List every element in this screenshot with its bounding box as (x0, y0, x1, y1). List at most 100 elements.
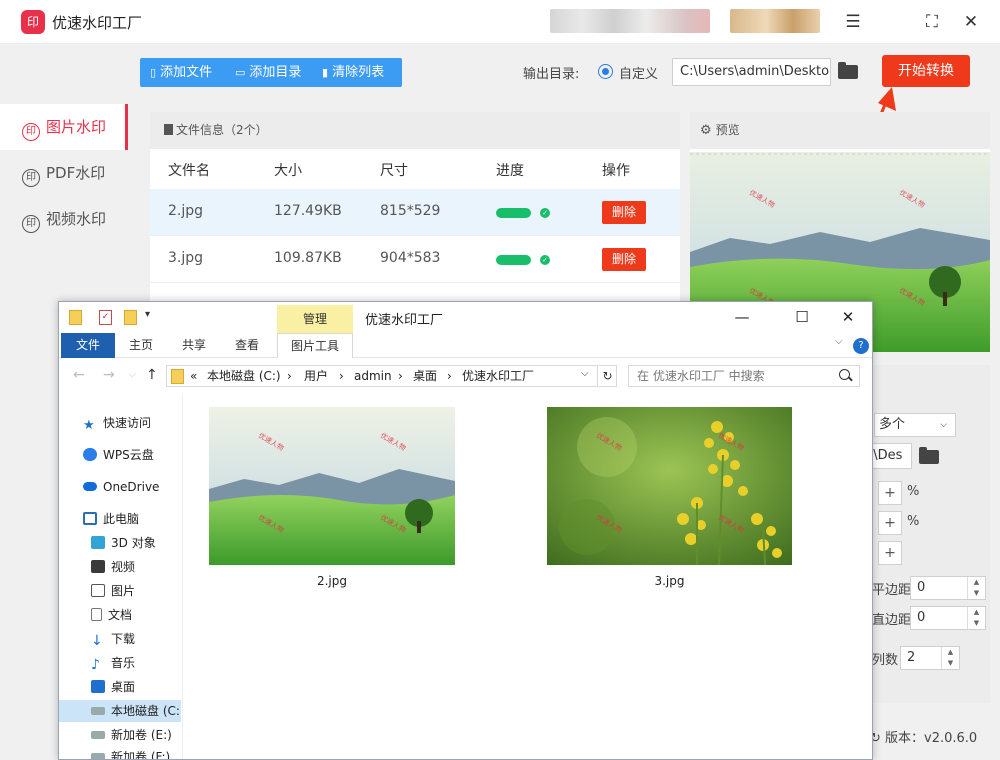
refresh-icon[interactable]: ↻ (599, 365, 617, 387)
nav-item-volume-f[interactable]: 新加卷 (F:) (91, 746, 170, 759)
nav-item-pictures[interactable]: 图片 (91, 580, 135, 602)
nav-item-onedrive[interactable]: OneDrive (83, 476, 159, 498)
tab-file[interactable]: 文件 (61, 333, 115, 358)
new-folder-icon[interactable] (124, 310, 137, 325)
h-margin-stepper[interactable]: 0 ▲ ▼ (910, 576, 986, 600)
add-directory-label: 添加目录 (249, 65, 302, 80)
breadcrumb-users[interactable]: 用户 (304, 366, 328, 386)
nav-item-volume-e[interactable]: 新加卷 (E:) (91, 724, 172, 746)
nav-item-wps-cloud[interactable]: WPS云盘 (83, 444, 154, 466)
file-explorer-window[interactable]: ✓ ▾ 管理 优速水印工厂 — ☐ ✕ 文件 主页 共享 查看 图片工具 ⌵ ?… (58, 301, 873, 760)
cloud-icon (83, 448, 97, 461)
nav-item-3d-objects[interactable]: 3D 对象 (91, 532, 156, 554)
nav-item-downloads[interactable]: ↓ 下载 (91, 628, 135, 650)
back-arrow-icon[interactable]: ← (73, 367, 85, 383)
nav-item-this-pc[interactable]: 此电脑 (83, 508, 139, 530)
add-file-label: 添加文件 (160, 65, 213, 80)
star-icon: ★ (83, 418, 95, 433)
columns-stepper[interactable]: 2 ▲ ▼ (900, 646, 960, 670)
add-file-button[interactable]: ▯ 添加文件 (150, 58, 212, 87)
custom-dir-radio[interactable] (598, 64, 613, 79)
sidebar-item-image-watermark[interactable]: 印图片水印 (0, 104, 128, 150)
tab-view[interactable]: 查看 (235, 333, 259, 358)
expand-ribbon-icon[interactable]: ⌵ (835, 336, 843, 347)
file-name: 2.jpg (168, 203, 204, 219)
close-icon[interactable]: ✕ (833, 306, 863, 328)
increase-button[interactable]: + (878, 481, 902, 505)
help-icon[interactable]: ? (853, 338, 869, 354)
clear-list-button[interactable]: ▮ 清除列表 (322, 58, 384, 87)
nav-item-music[interactable]: ♪ 音乐 (91, 652, 135, 674)
table-row[interactable]: 2.jpg 127.49KB 815*529 ✓ 删除 (150, 189, 680, 236)
close-icon[interactable]: ✕ (958, 9, 984, 35)
nav-label: 快速访问 (103, 416, 152, 430)
sidebar-item-label: 图片水印 (46, 118, 107, 136)
flowers-thumbnail-image (547, 407, 792, 565)
browse-folder-icon[interactable] (919, 447, 939, 464)
delete-button[interactable]: 删除 (602, 201, 646, 224)
v-margin-stepper[interactable]: 0 ▲ ▼ (910, 606, 986, 630)
nav-item-desktop[interactable]: 桌面 (91, 676, 135, 698)
table-row[interactable]: 3.jpg 109.87KB 904*583 ✓ 删除 (150, 236, 680, 283)
file-name-label[interactable]: 3.jpg (547, 574, 792, 588)
forward-arrow-icon[interactable]: → (103, 367, 115, 383)
stepper-value: 2 (907, 650, 916, 665)
maximize-icon[interactable]: ⛶ (919, 9, 945, 35)
increase-button[interactable]: + (878, 511, 902, 535)
nav-label: 视频 (111, 560, 136, 574)
sidebar-item-pdf-watermark[interactable]: 印 PDF水印 (0, 150, 128, 196)
customize-qat-icon[interactable]: ▾ (145, 309, 150, 320)
tab-share[interactable]: 共享 (182, 333, 206, 358)
nav-item-documents[interactable]: 文档 (91, 604, 132, 626)
watermark-mode-select[interactable]: 多个 ⌵ (874, 413, 956, 437)
output-path-input[interactable]: C:\Users\admin\Deskto (672, 58, 831, 86)
nav-item-quick-access[interactable]: ★ 快速访问 (83, 412, 151, 434)
chevron-up-icon[interactable]: ▲ (941, 647, 959, 658)
nav-item-videos[interactable]: 视频 (91, 556, 135, 578)
drive-icon (91, 731, 105, 739)
search-icon[interactable] (839, 369, 850, 380)
up-arrow-icon[interactable]: ↑ (146, 367, 158, 383)
start-convert-button[interactable]: 开始转换 (882, 55, 970, 87)
breadcrumb-desktop[interactable]: 桌面 (413, 366, 437, 386)
breadcrumb-prefix[interactable]: « (190, 366, 197, 386)
app-logo-icon: 印 (21, 10, 45, 34)
breadcrumb-drive[interactable]: 本地磁盘 (C:) (207, 366, 281, 386)
sidebar-item-video-watermark[interactable]: 印视频水印 (0, 196, 128, 242)
address-dropdown-icon[interactable]: ⌵ (581, 368, 589, 379)
file-thumbnail[interactable]: 优速人物 优速人物 优速人物 优速人物 (209, 407, 455, 565)
breadcrumb-current[interactable]: 优速水印工厂 (462, 366, 534, 386)
browse-folder-icon[interactable] (838, 62, 858, 79)
properties-icon[interactable]: ✓ (99, 310, 112, 325)
maximize-icon[interactable]: ☐ (787, 306, 817, 328)
nav-item-local-disk-c[interactable]: 本地磁盘 (C: (59, 700, 181, 722)
progress-bar (496, 208, 531, 218)
delete-button[interactable]: 删除 (602, 248, 646, 271)
breadcrumb-admin[interactable]: admin (354, 366, 392, 386)
nav-label: OneDrive (103, 480, 160, 494)
pc-icon (83, 512, 97, 525)
increase-button[interactable]: + (878, 541, 902, 565)
recent-dropdown-icon[interactable]: ⌵ (129, 370, 136, 380)
file-name-label[interactable]: 2.jpg (209, 574, 455, 588)
watermark-stamp-icon: 印 (22, 169, 40, 187)
clear-list-label: 清除列表 (332, 65, 385, 80)
tab-picture-tools[interactable]: 图片工具 (277, 333, 353, 358)
address-bar[interactable]: « 本地磁盘 (C:) › 用户 › admin › 桌面 › 优速水印工厂 (166, 365, 598, 387)
chevron-down-icon[interactable]: ▼ (967, 588, 985, 599)
file-thumbnail[interactable]: 优速人物 优速人物 优速人物 优速人物 (547, 407, 792, 565)
menu-icon[interactable]: ☰ (840, 9, 866, 35)
custom-dir-radio-label[interactable]: 自定义 (619, 63, 658, 82)
check-icon: ✓ (540, 208, 550, 218)
percent-unit: % (907, 514, 920, 529)
chevron-up-icon[interactable]: ▲ (967, 577, 985, 588)
manage-tab[interactable]: 管理 (277, 305, 353, 333)
chevron-up-icon[interactable]: ▲ (967, 607, 985, 618)
add-directory-button[interactable]: ▭ 添加目录 (235, 58, 301, 87)
minimize-icon[interactable]: — (727, 306, 757, 328)
search-input[interactable]: 在 优速水印工厂 中搜索 (628, 365, 860, 387)
tab-home[interactable]: 主页 (129, 333, 153, 358)
chevron-down-icon[interactable]: ▼ (967, 618, 985, 629)
gear-icon: ⚙ (700, 123, 712, 138)
chevron-down-icon[interactable]: ▼ (941, 658, 959, 669)
